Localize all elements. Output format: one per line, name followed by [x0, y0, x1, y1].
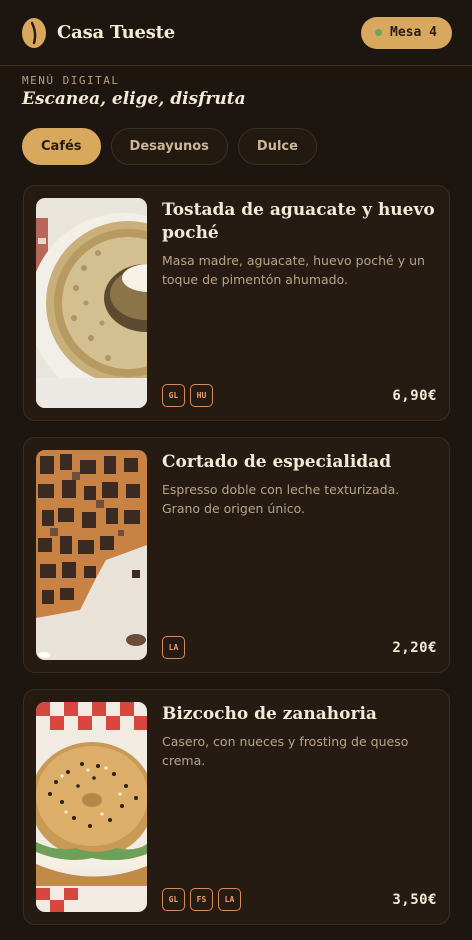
allergen-badge: LA [162, 636, 185, 659]
category-tabs: Cafés Desayunos Dulce [0, 109, 472, 165]
dish-title: Cortado de especialidad [162, 452, 392, 472]
dish-title: Tostada de aguacate y huevo poché [162, 200, 435, 243]
eyebrow-label: MENÚ DIGITAL [22, 74, 120, 87]
dish-description: Masa madre, aguacate, huevo poché y un t… [162, 253, 425, 287]
dish-description: Casero, con nueces y frosting de queso c… [162, 734, 409, 768]
tagline: Escanea, elige, disfruta [22, 89, 246, 109]
menu-item-info: Cortado de especialidad Espresso doble c… [162, 450, 437, 660]
menu-item-card[interactable]: Tostada de aguacate y huevo poché Masa m… [23, 185, 450, 421]
dish-footer: LA 2,20€ [162, 636, 437, 660]
allergen-badge: GL [162, 384, 185, 407]
allergen-badge: LA [218, 888, 241, 911]
menu-list: Tostada de aguacate y huevo poché Masa m… [0, 165, 472, 925]
menu-item-card[interactable]: Cortado de especialidad Espresso doble c… [23, 437, 450, 673]
app-header: Casa Tueste Mesa 4 [0, 0, 472, 66]
tab-dulce[interactable]: Dulce [237, 128, 317, 165]
menu-app: Casa Tueste Mesa 4 MENÚ DIGITAL Escanea,… [0, 0, 472, 940]
brand-name: Casa Tueste [57, 22, 176, 43]
dish-footer: GL HU 6,90€ [162, 384, 437, 408]
dish-price: 6,90€ [392, 387, 437, 404]
tab-desayunos[interactable]: Desayunos [110, 128, 228, 165]
dish-price: 2,20€ [392, 639, 437, 656]
status-dot-icon [375, 29, 383, 36]
intro: MENÚ DIGITAL Escanea, elige, disfruta [0, 66, 472, 109]
allergen-badge: HU [190, 384, 213, 407]
toast-plate-photo [36, 198, 147, 408]
menu-item-info: Bizcocho de zanahoria Casero, con nueces… [162, 702, 437, 912]
cafe-wall-photo [36, 450, 147, 660]
allergen-badge: GL [162, 888, 185, 911]
dish-footer: GL FS LA 3,50€ [162, 888, 437, 912]
table-label: Mesa 4 [390, 25, 437, 40]
tab-cafes[interactable]: Cafés [22, 128, 101, 165]
allergen-badges: GL FS LA [162, 888, 241, 911]
menu-item-card[interactable]: Bizcocho de zanahoria Casero, con nueces… [23, 689, 450, 925]
coffee-bean-icon [22, 17, 46, 48]
dish-price: 3,50€ [392, 891, 437, 908]
dish-title: Bizcocho de zanahoria [162, 704, 377, 724]
allergen-badges: LA [162, 636, 185, 659]
table-badge[interactable]: Mesa 4 [361, 16, 452, 49]
allergen-badge: FS [190, 888, 213, 911]
allergen-badges: GL HU [162, 384, 213, 407]
menu-item-info: Tostada de aguacate y huevo poché Masa m… [162, 198, 437, 408]
bagel-photo [36, 702, 147, 912]
dish-description: Espresso doble con leche texturizada. Gr… [162, 482, 400, 516]
